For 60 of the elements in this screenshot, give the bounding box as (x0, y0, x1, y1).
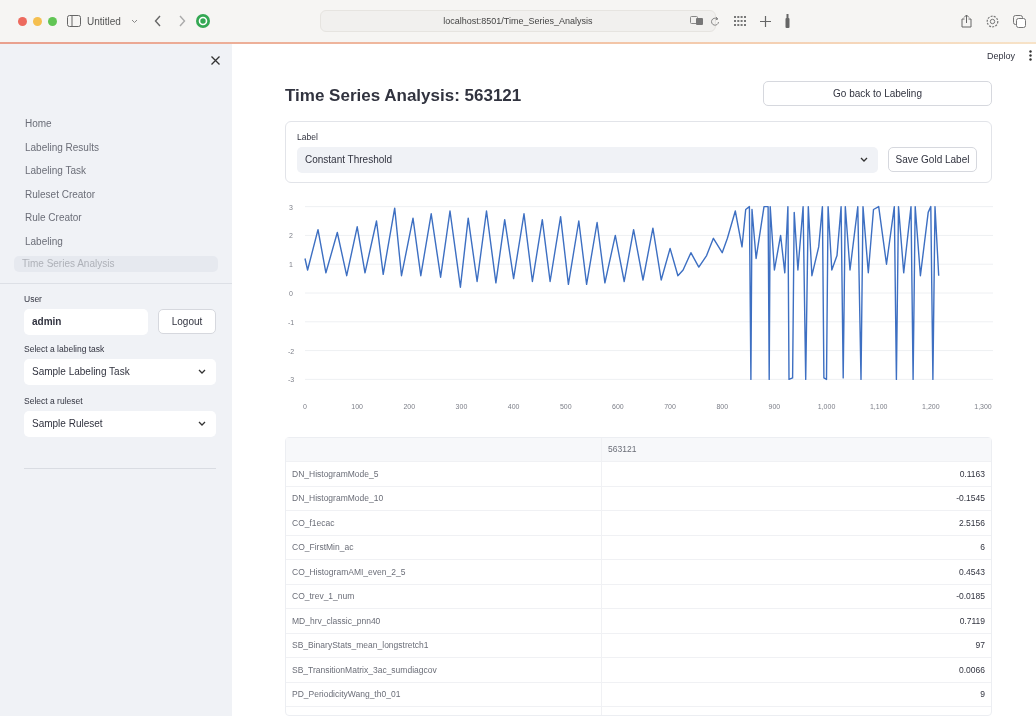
forward-icon[interactable] (177, 15, 186, 27)
close-light-icon[interactable] (18, 16, 27, 26)
address-bar[interactable]: localhost:8501/Time_Series_Analysis (319, 10, 716, 32)
field-label: Select a labeling task (24, 343, 106, 354)
table-cell: CO_HistogramAMI_even_2_5 (286, 560, 602, 584)
table-header-cell-text: 563121 (607, 443, 638, 457)
table-cell: DN_HistogramMode_5 (286, 462, 602, 486)
page-title: Time Series Analysis: 563121 (285, 86, 522, 106)
table-cell-text: 0.4543 (958, 565, 986, 579)
table-cell: MD_hrv_classic_pnn40 (286, 609, 602, 633)
table-cell-text: 2.5156 (958, 516, 986, 530)
sidebar-nav-link[interactable]: Labeling Results (14, 135, 218, 160)
task-select[interactable]: Sample Labeling Task (24, 358, 216, 385)
table-cell-text: 0.7119 (958, 614, 986, 628)
chevron-down-icon[interactable] (130, 18, 138, 24)
table-cell-text: 0.1163 (958, 467, 986, 481)
bottle-icon[interactable] (784, 14, 790, 28)
table-cell: CO_f1ecac (286, 511, 602, 535)
chevron-down-icon (860, 157, 868, 162)
field-label: User (24, 293, 43, 304)
table-cell: DN_HistogramMode_10 (286, 486, 602, 510)
field-label: Label (297, 131, 319, 142)
save-label-button[interactable]: Save Gold Label (888, 147, 977, 172)
table-cell-text: -0.0185 (955, 590, 986, 604)
ruleset-select[interactable]: Sample Ruleset (24, 410, 216, 437)
chevron-down-icon (198, 369, 206, 375)
copy-icon[interactable] (1013, 14, 1026, 28)
deploy-button[interactable]: Deploy (987, 50, 1015, 61)
sidebar-nav-link[interactable]: Home (14, 112, 218, 136)
label-select[interactable]: Constant Threshold (297, 146, 878, 173)
chevron-down-icon (198, 421, 206, 427)
plus-icon[interactable] (759, 15, 771, 27)
table-cell-text: -0.1545 (955, 492, 986, 506)
translate-icon[interactable] (689, 16, 704, 26)
back-button[interactable]: Go back to Labeling (763, 80, 992, 106)
settings-icon[interactable] (986, 14, 999, 28)
tab-group-title[interactable]: Untitled (87, 15, 121, 27)
sidebar-nav-link[interactable]: Labeling Task (14, 159, 218, 183)
table-cell-text: 0.0066 (958, 663, 986, 677)
grid-icon[interactable] (733, 16, 746, 26)
sidebar-toggle-icon[interactable] (67, 15, 81, 27)
field-label: Select a ruleset (24, 395, 84, 406)
sidebar-nav-link[interactable]: Labeling (14, 229, 218, 254)
table-cell-text: 6 (979, 541, 986, 555)
table-cell: CO_FirstMin_ac (286, 535, 602, 559)
sidebar-nav-link[interactable]: Rule Creator (14, 206, 218, 230)
close-icon[interactable] (211, 55, 220, 65)
table-cell: SB_TransitionMatrix_3ac_sumdiagcov (286, 658, 602, 682)
table-cell-text: 97 (974, 639, 986, 653)
logout-button[interactable]: Logout (158, 309, 216, 335)
table-cell-text: 9 (979, 688, 986, 702)
username-field[interactable]: admin (24, 308, 148, 335)
table-cell: SB_BinaryStats_mean_longstretch1 (286, 633, 602, 657)
share-icon[interactable] (961, 14, 972, 28)
reload-icon[interactable] (709, 15, 720, 27)
table-cell: PD_PeriodicityWang_th0_01 (286, 682, 602, 706)
more-menu-icon[interactable] (1029, 50, 1032, 62)
table-cell: CO_trev_1_num (286, 584, 602, 608)
back-icon[interactable] (153, 15, 162, 27)
sidebar-nav-link[interactable]: Ruleset Creator (14, 182, 218, 207)
